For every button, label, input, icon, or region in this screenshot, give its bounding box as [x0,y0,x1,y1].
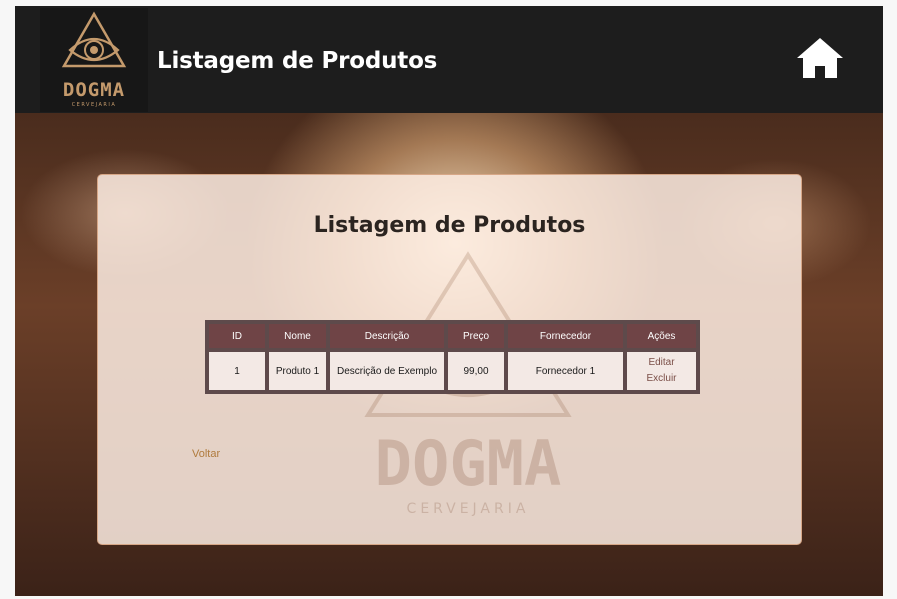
products-table: ID Nome Descrição Preço Fornecedor Ações… [205,320,700,394]
column-header-nome: Nome [269,324,326,348]
logo-brand-text: DOGMA [63,79,125,101]
app-frame: DOGMA CERVEJARIA Listagem de Produtos DO… [15,6,883,596]
cell-id: 1 [209,352,265,390]
watermark-brand-text: DOGMA [375,427,562,500]
column-header-id: ID [209,324,265,348]
watermark-sub-text: CERVEJARIA [407,501,530,517]
column-header-fornecedor: Fornecedor [508,324,623,348]
column-header-descricao: Descrição [330,324,444,348]
column-header-acoes: Ações [627,324,696,348]
dogma-logo-icon: DOGMA CERVEJARIA [61,11,127,108]
back-link[interactable]: Voltar [192,448,220,460]
edit-link[interactable]: Editar [633,355,690,371]
page-title: Listagem de Produtos [313,213,586,238]
delete-link[interactable]: Excluir [633,371,690,387]
cell-fornecedor: Fornecedor 1 [508,352,623,390]
cell-nome: Produto 1 [269,352,326,390]
cell-preco: 99,00 [448,352,504,390]
cell-descricao: Descrição de Exemplo [330,352,444,390]
logo-sub-text: CERVEJARIA [72,102,117,108]
table-header-row: ID Nome Descrição Preço Fornecedor Ações [209,324,696,348]
home-icon [797,38,843,78]
top-bar: DOGMA CERVEJARIA Listagem de Produtos [15,6,883,113]
header-title: Listagem de Produtos [157,48,438,74]
table-row: 1 Produto 1 Descrição de Exemplo 99,00 F… [209,352,696,390]
column-header-preco: Preço [448,324,504,348]
brand-logo[interactable]: DOGMA CERVEJARIA [40,8,148,112]
content-card: DOGMA CERVEJARIA Listagem de Produtos ID… [97,174,802,545]
cell-acoes: Editar Excluir [627,352,696,390]
home-button[interactable] [795,36,845,80]
